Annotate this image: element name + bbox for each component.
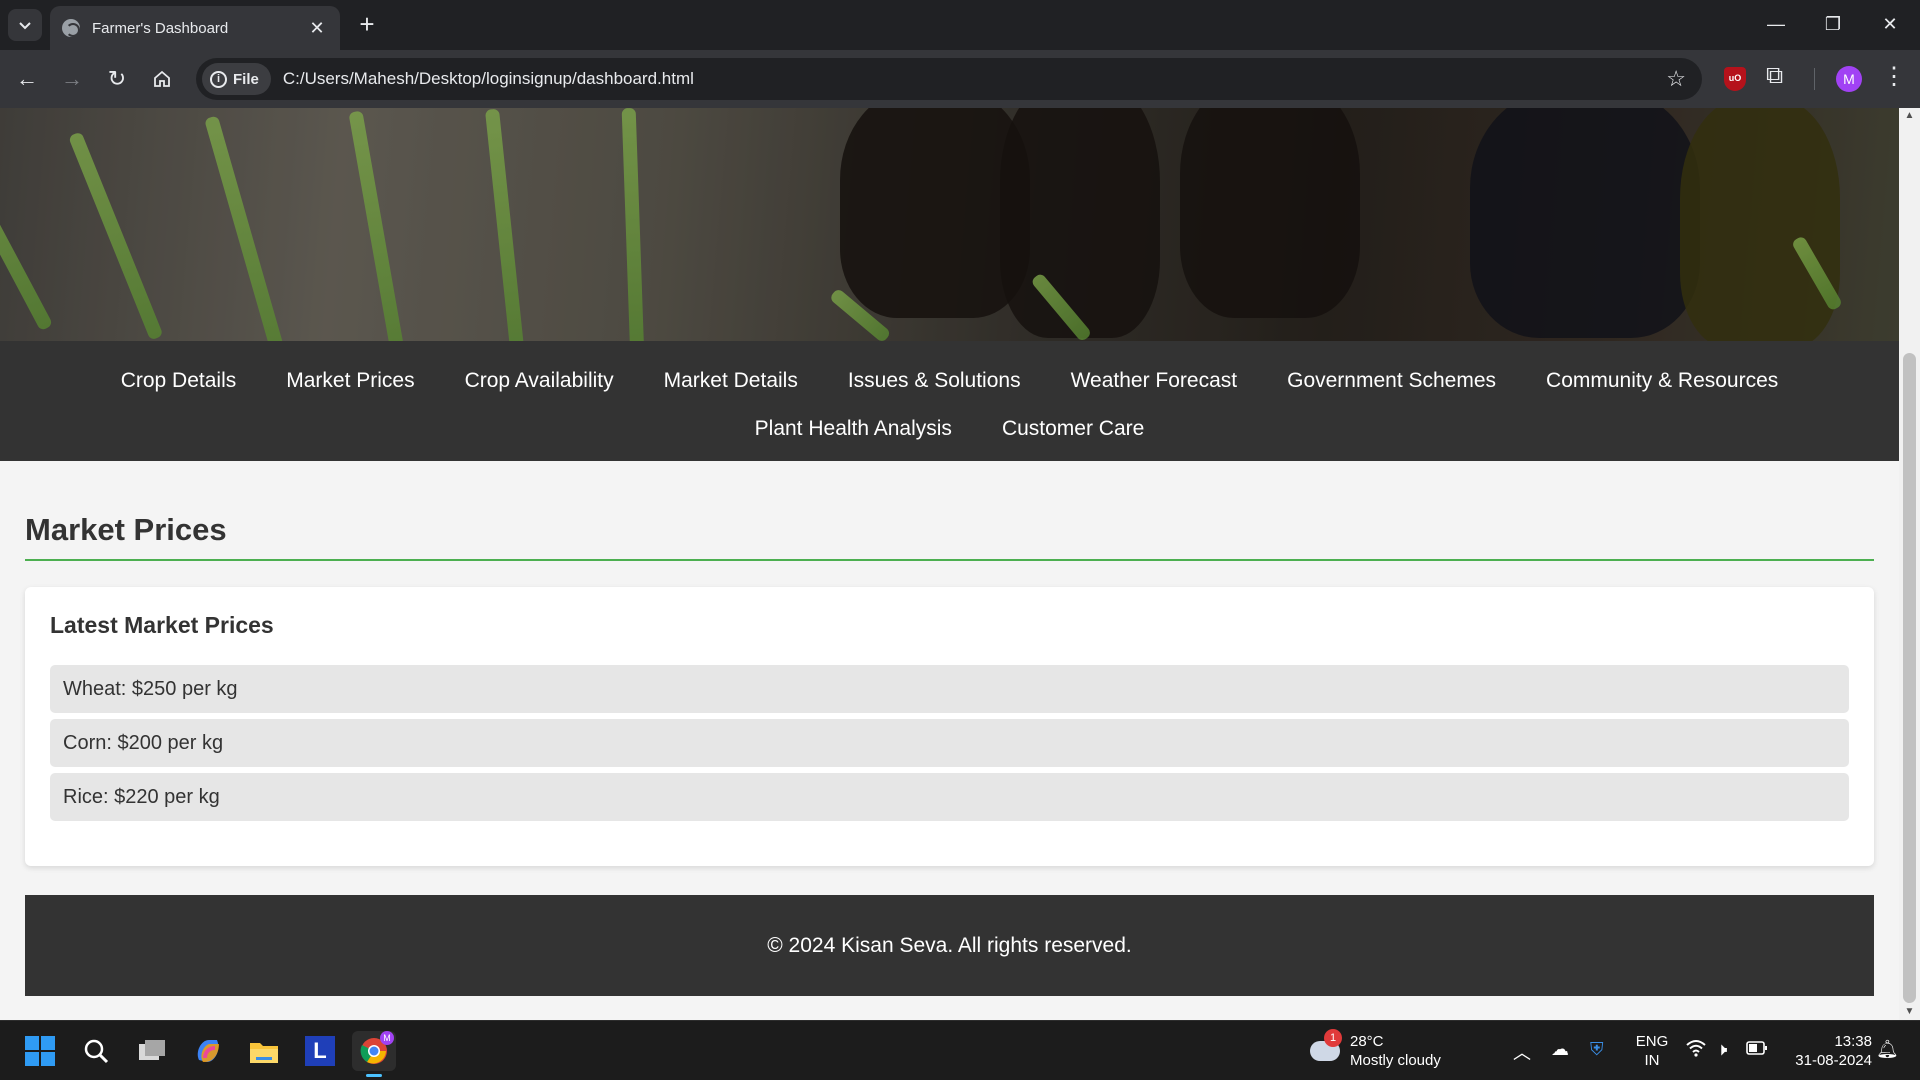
notification-bell-icon[interactable]: 🔔︎ xyxy=(1876,1039,1899,1060)
market-prices-card: Latest Market Prices Wheat: $250 per kg … xyxy=(25,587,1874,866)
active-app-indicator xyxy=(366,1074,382,1077)
nav-item-market-details[interactable]: Market Details xyxy=(639,357,823,405)
weather-badge: 1 xyxy=(1324,1029,1342,1047)
launcher-l-app-button[interactable]: L xyxy=(300,1031,340,1071)
task-view-button[interactable] xyxy=(132,1031,172,1071)
new-tab-button[interactable]: + xyxy=(352,10,382,40)
windows-security-shield-icon[interactable]: ⛨ xyxy=(1590,1039,1604,1060)
price-item-wheat: Wheat: $250 per kg xyxy=(50,665,1849,713)
home-icon xyxy=(154,70,170,87)
nav-item-crop-details[interactable]: Crop Details xyxy=(96,357,262,405)
home-button[interactable] xyxy=(145,62,179,96)
hero-banner-image xyxy=(0,108,1899,341)
reload-button[interactable]: ↻ xyxy=(100,62,134,96)
restore-button[interactable]: ❐ xyxy=(1813,8,1853,40)
forward-button[interactable]: → xyxy=(55,62,89,96)
clock[interactable]: 13:38 31-08-2024 xyxy=(1782,1032,1872,1070)
nav-item-government-schemes[interactable]: Government Schemes xyxy=(1262,357,1521,405)
battery-icon[interactable] xyxy=(1746,1039,1768,1060)
nav-item-plant-health-analysis[interactable]: Plant Health Analysis xyxy=(730,405,977,453)
browser-tab-strip: Farmer's Dashboard ✕ + — ❐ ✕ xyxy=(0,0,1920,50)
browser-toolbar: ← → ↻ i File C:/Users/Mahesh/Desktop/log… xyxy=(0,50,1920,108)
nav-item-market-prices[interactable]: Market Prices xyxy=(261,357,439,405)
scroll-up-arrow-icon[interactable]: ▲ xyxy=(1899,108,1920,124)
close-tab-icon[interactable]: ✕ xyxy=(306,18,328,39)
weather-temperature: 28°C xyxy=(1350,1033,1384,1050)
windows-logo-icon xyxy=(25,1036,55,1066)
price-item-corn: Corn: $200 per kg xyxy=(50,719,1849,767)
windows-taskbar: L M 1 28°C Mostly cloudy ︿ ☁ ⛨ ENG IN 🕨 … xyxy=(0,1020,1920,1080)
ublock-extension-icon[interactable]: uO xyxy=(1724,67,1746,91)
tab-search-button[interactable] xyxy=(8,9,42,41)
clock-time: 13:38 xyxy=(1834,1033,1872,1050)
close-window-button[interactable]: ✕ xyxy=(1870,8,1910,40)
site-chip-label: File xyxy=(233,70,259,88)
nav-item-crop-availability[interactable]: Crop Availability xyxy=(440,357,639,405)
address-bar[interactable]: i File C:/Users/Mahesh/Desktop/loginsign… xyxy=(196,58,1702,100)
copilot-icon xyxy=(197,1040,219,1062)
active-tab[interactable]: Farmer's Dashboard ✕ xyxy=(50,6,340,50)
onedrive-cloud-icon[interactable]: ☁ xyxy=(1551,1039,1569,1060)
nav-list: Crop Details Market Prices Crop Availabili… xyxy=(0,341,1899,453)
folder-icon xyxy=(250,1043,278,1063)
language-indicator[interactable]: ENG IN xyxy=(1632,1032,1672,1070)
page-footer: © 2024 Kisan Seva. All rights reserved. xyxy=(25,895,1874,996)
search-icon xyxy=(84,1039,109,1064)
title-underline xyxy=(25,559,1874,561)
weather-description: Mostly cloudy xyxy=(1350,1052,1441,1069)
url-text[interactable]: C:/Users/Mahesh/Desktop/loginsignup/dash… xyxy=(283,69,1666,89)
chrome-profile-badge: M xyxy=(380,1031,394,1045)
weather-widget[interactable]: 1 28°C Mostly cloudy xyxy=(1310,1029,1441,1071)
region-code: IN xyxy=(1644,1052,1660,1069)
clock-date: 31-08-2024 xyxy=(1795,1052,1872,1069)
show-hidden-icons-chevron-icon[interactable]: ︿ xyxy=(1513,1039,1531,1065)
scrollbar-thumb[interactable] xyxy=(1903,353,1916,1003)
back-button[interactable]: ← xyxy=(10,62,44,96)
language-code: ENG xyxy=(1635,1033,1669,1050)
page-title: Market Prices xyxy=(25,512,227,547)
copilot-button[interactable] xyxy=(188,1031,228,1071)
page-viewport: Crop Details Market Prices Crop Availabili… xyxy=(0,108,1920,1020)
profile-avatar[interactable]: M xyxy=(1836,66,1862,92)
bookmark-star-icon[interactable]: ☆ xyxy=(1666,66,1686,92)
nav-item-weather-forecast[interactable]: Weather Forecast xyxy=(1046,357,1263,405)
search-button[interactable] xyxy=(76,1031,116,1071)
chevron-down-icon xyxy=(19,22,31,30)
tab-title: Farmer's Dashboard xyxy=(92,19,229,37)
launcher-l-app-icon: L xyxy=(305,1036,335,1066)
site-info-chip[interactable]: i File xyxy=(202,63,271,95)
scroll-down-arrow-icon[interactable]: ▼ xyxy=(1899,1004,1920,1020)
toolbar-divider xyxy=(1814,68,1815,90)
main-navigation: Crop Details Market Prices Crop Availabili… xyxy=(0,341,1899,461)
browser-menu-icon[interactable]: ⋮ xyxy=(1882,62,1906,91)
extensions-puzzle-icon[interactable]: ⧉ xyxy=(1766,62,1783,90)
globe-icon xyxy=(62,19,80,37)
page-scrollbar[interactable]: ▲ ▼ xyxy=(1899,108,1920,1020)
task-view-icon xyxy=(139,1040,165,1060)
info-icon: i xyxy=(210,70,227,88)
file-explorer-button[interactable] xyxy=(244,1031,284,1071)
nav-item-community-resources[interactable]: Community & Resources xyxy=(1521,357,1803,405)
chrome-taskbar-button[interactable]: M xyxy=(352,1031,396,1077)
speaker-muted-icon[interactable]: 🕨 xyxy=(1716,1039,1727,1060)
cloud-icon: 1 xyxy=(1310,1029,1342,1061)
nav-item-issues-solutions[interactable]: Issues & Solutions xyxy=(823,357,1046,405)
wifi-icon[interactable] xyxy=(1686,1039,1706,1062)
start-button[interactable] xyxy=(20,1031,60,1071)
minimize-button[interactable]: — xyxy=(1756,8,1796,40)
card-title: Latest Market Prices xyxy=(50,612,274,638)
nav-item-customer-care[interactable]: Customer Care xyxy=(977,405,1169,453)
price-item-rice: Rice: $220 per kg xyxy=(50,773,1849,821)
